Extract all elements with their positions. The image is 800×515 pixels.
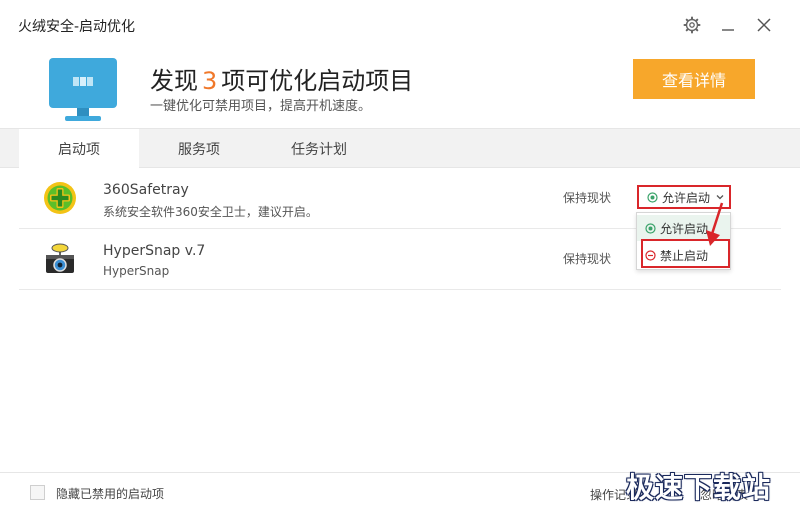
item-status: 保持现状 <box>563 191 612 205</box>
minimize-button[interactable] <box>717 14 739 36</box>
site-watermark: 极速下载站 <box>626 471 772 504</box>
title-bar: 火绒安全-启动优化 <box>0 0 800 50</box>
hide-disabled-checkbox[interactable] <box>30 485 45 500</box>
page-subtitle: 一键优化可禁用项目，提高开机速度。 <box>150 99 372 114</box>
tab-bar: 启动项 服务项 任务计划 <box>0 128 800 169</box>
minimize-icon <box>722 29 734 31</box>
view-details-button[interactable]: 查看详情 <box>633 59 755 99</box>
gear-icon <box>683 16 701 34</box>
close-icon <box>757 18 771 32</box>
app-title: 火绒安全-启动优化 <box>18 19 136 35</box>
allow-dot-icon <box>645 222 656 234</box>
annotation-arrow-icon <box>706 202 724 246</box>
item-name: HyperSnap v.7 <box>103 243 206 259</box>
item-status: 保持现状 <box>563 252 612 266</box>
360-safe-icon <box>44 182 76 214</box>
close-button[interactable] <box>753 14 775 36</box>
tab-services[interactable]: 服务项 <box>139 129 259 168</box>
optimizable-count: 3 <box>202 67 218 95</box>
page-headline: 发现 3 项可优化启动项目 <box>150 61 413 96</box>
summary-header: 发现 3 项可优化启动项目 一键优化可禁用项目，提高开机速度。 查看详情 <box>0 50 800 128</box>
headline-prefix: 发现 <box>150 67 198 95</box>
headline-suffix: 项可优化启动项目 <box>221 67 414 95</box>
tab-startup-items[interactable]: 启动项 <box>19 129 139 169</box>
item-description: 系统安全软件360安全卫士，建议开启。 <box>103 205 318 219</box>
item-name: 360Safetray <box>103 182 189 198</box>
monitor-icon <box>49 58 117 121</box>
tab-scheduled-tasks[interactable]: 任务计划 <box>259 129 379 168</box>
settings-button[interactable] <box>681 14 703 36</box>
hypersnap-camera-icon <box>46 243 74 273</box>
hide-disabled-label: 隐藏已禁用的启动项 <box>56 487 165 501</box>
item-description: HyperSnap <box>103 264 170 278</box>
